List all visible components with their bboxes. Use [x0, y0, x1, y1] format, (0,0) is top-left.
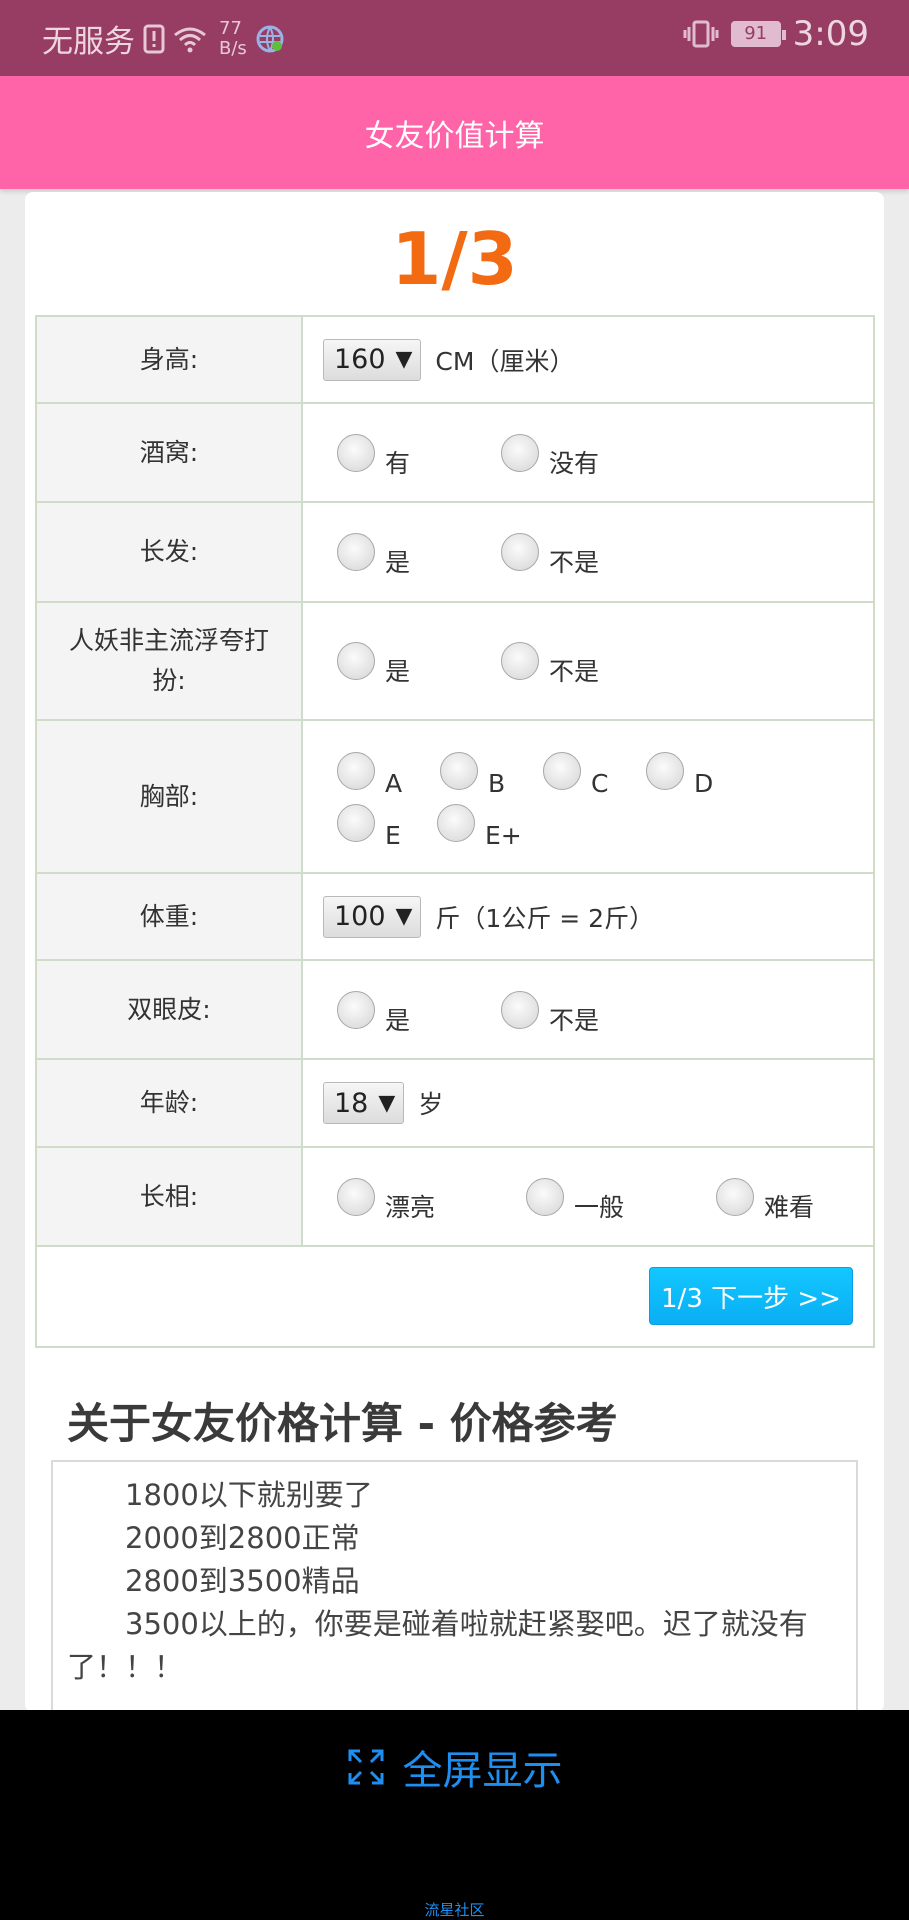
chest-option-a[interactable]: A	[337, 751, 440, 798]
about-title: 关于女友价格计算 - 价格参考	[67, 1399, 618, 1448]
radio-button[interactable]	[501, 642, 539, 680]
style-option-yes[interactable]: 是	[337, 642, 501, 686]
height-unit: CM（厘米）	[435, 346, 575, 376]
looks-label: 长相:	[35, 1146, 303, 1247]
next-step-button[interactable]: 1/3 下一步 >>	[649, 1267, 853, 1325]
price-line: 2000到2800正常	[125, 1521, 360, 1555]
row-weight: 体重: 100 ▼ 斤（1公斤 = 2斤）	[35, 872, 875, 961]
double-eyelid-label: 双眼皮:	[35, 959, 303, 1060]
age-unit: 岁	[418, 1090, 444, 1119]
long-hair-option-yes[interactable]: 是	[337, 533, 501, 577]
chest-option-e[interactable]: E	[337, 803, 437, 850]
price-reference-box: 1800以下就别要了 2000到2800正常 2800到3500精品 3500以…	[51, 1460, 858, 1712]
row-looks: 长相: 漂亮 一般 难看	[35, 1146, 875, 1247]
row-long-hair: 长发: 是 不是	[35, 501, 875, 603]
double-eyelid-option-yes[interactable]: 是	[337, 990, 501, 1035]
radio-button[interactable]	[440, 751, 478, 790]
caret-down-icon: ▼	[395, 904, 413, 929]
row-dimples: 酒窝: 有 没有	[35, 402, 875, 503]
looks-option-ugly[interactable]: 难看	[716, 1177, 814, 1222]
carrier-text: 无服务	[42, 24, 135, 60]
chest-option-c[interactable]: C	[543, 751, 646, 798]
price-line: 3500以上的，你要是碰着啦就赶紧娶吧。迟了就没有了！！！	[67, 1607, 808, 1684]
page-title: 女友价值计算	[364, 118, 545, 154]
radio-button[interactable]	[501, 990, 539, 1029]
height-label: 身高:	[35, 315, 303, 404]
status-bar: 无服务 77 B/s 91 3:09	[0, 0, 909, 76]
age-label: 年龄:	[35, 1058, 303, 1148]
row-actions: 1/3 下一步 >>	[35, 1245, 875, 1348]
weight-select[interactable]: 100 ▼	[323, 895, 422, 938]
row-double-eyelid: 双眼皮: 是 不是	[35, 959, 875, 1060]
network-speed: 77 B/s	[219, 17, 247, 59]
form-card: 1/3 身高: 160 ▼ CM（厘米） 酒窝: 有 没有 长发: 是 不是 人…	[25, 192, 884, 1712]
row-height: 身高: 160 ▼ CM（厘米）	[35, 315, 875, 404]
fullscreen-icon	[348, 1749, 383, 1785]
step-indicator: 1/3	[391, 217, 518, 301]
radio-button[interactable]	[337, 642, 375, 680]
radio-button[interactable]	[337, 803, 375, 842]
chest-option-d[interactable]: D	[646, 751, 749, 798]
double-eyelid-option-no[interactable]: 不是	[501, 990, 599, 1035]
long-hair-option-no[interactable]: 不是	[501, 533, 599, 577]
style-label: 人妖非主流浮夸打扮:	[35, 601, 303, 721]
row-style: 人妖非主流浮夸打扮: 是 不是	[35, 601, 875, 721]
dimples-label: 酒窝:	[35, 402, 303, 503]
chest-option-b[interactable]: B	[440, 751, 543, 798]
weight-unit: 斤（1公斤 = 2斤）	[435, 903, 655, 933]
bottom-bar: 全屏显示 流星社区	[0, 1710, 909, 1920]
chest-option-e-plus[interactable]: E+	[437, 803, 522, 850]
age-select[interactable]: 18 ▼	[323, 1082, 405, 1124]
looks-option-average[interactable]: 一般	[526, 1177, 716, 1222]
dimples-option-no[interactable]: 没有	[501, 433, 599, 478]
radio-button[interactable]	[646, 751, 684, 790]
app-bar: 女友价值计算	[0, 76, 909, 189]
chest-label: 胸部:	[35, 719, 303, 874]
radio-button[interactable]	[337, 533, 375, 571]
dimples-option-yes[interactable]: 有	[337, 433, 501, 478]
caret-down-icon: ▼	[378, 1090, 396, 1116]
price-line: 2800到3500精品	[125, 1564, 360, 1598]
battery-indicator: 91	[730, 21, 786, 47]
caret-down-icon: ▼	[395, 347, 413, 372]
alert-icon	[143, 24, 165, 53]
radio-button[interactable]	[501, 533, 539, 571]
vibrate-icon	[683, 20, 719, 48]
watermark-text: 流星社区	[424, 1901, 485, 1919]
long-hair-label: 长发:	[35, 501, 303, 603]
radio-button[interactable]	[337, 433, 375, 472]
row-age: 年龄: 18 ▼ 岁	[35, 1058, 875, 1148]
price-line: 1800以下就别要了	[125, 1478, 373, 1512]
fullscreen-button[interactable]: 全屏显示	[0, 1738, 909, 1796]
clock: 3:09	[792, 14, 869, 54]
looks-option-pretty[interactable]: 漂亮	[337, 1177, 526, 1222]
radio-button[interactable]	[526, 1177, 564, 1216]
radio-button[interactable]	[337, 990, 375, 1029]
fullscreen-label: 全屏显示	[402, 1748, 563, 1794]
style-option-no[interactable]: 不是	[501, 642, 599, 686]
radio-button[interactable]	[437, 803, 475, 842]
weight-label: 体重:	[35, 872, 303, 961]
row-chest: 胸部: A B C D E E+	[35, 719, 875, 874]
radio-button[interactable]	[501, 433, 539, 472]
form-table: 身高: 160 ▼ CM（厘米） 酒窝: 有 没有 长发: 是 不是 人妖非主流…	[35, 315, 875, 1348]
radio-button[interactable]	[716, 1177, 754, 1216]
radio-button[interactable]	[543, 751, 581, 790]
wifi-icon	[174, 27, 206, 52]
radio-button[interactable]	[337, 751, 375, 790]
radio-button[interactable]	[337, 1177, 375, 1216]
globe-icon	[256, 25, 284, 52]
height-select[interactable]: 160 ▼	[323, 338, 422, 381]
